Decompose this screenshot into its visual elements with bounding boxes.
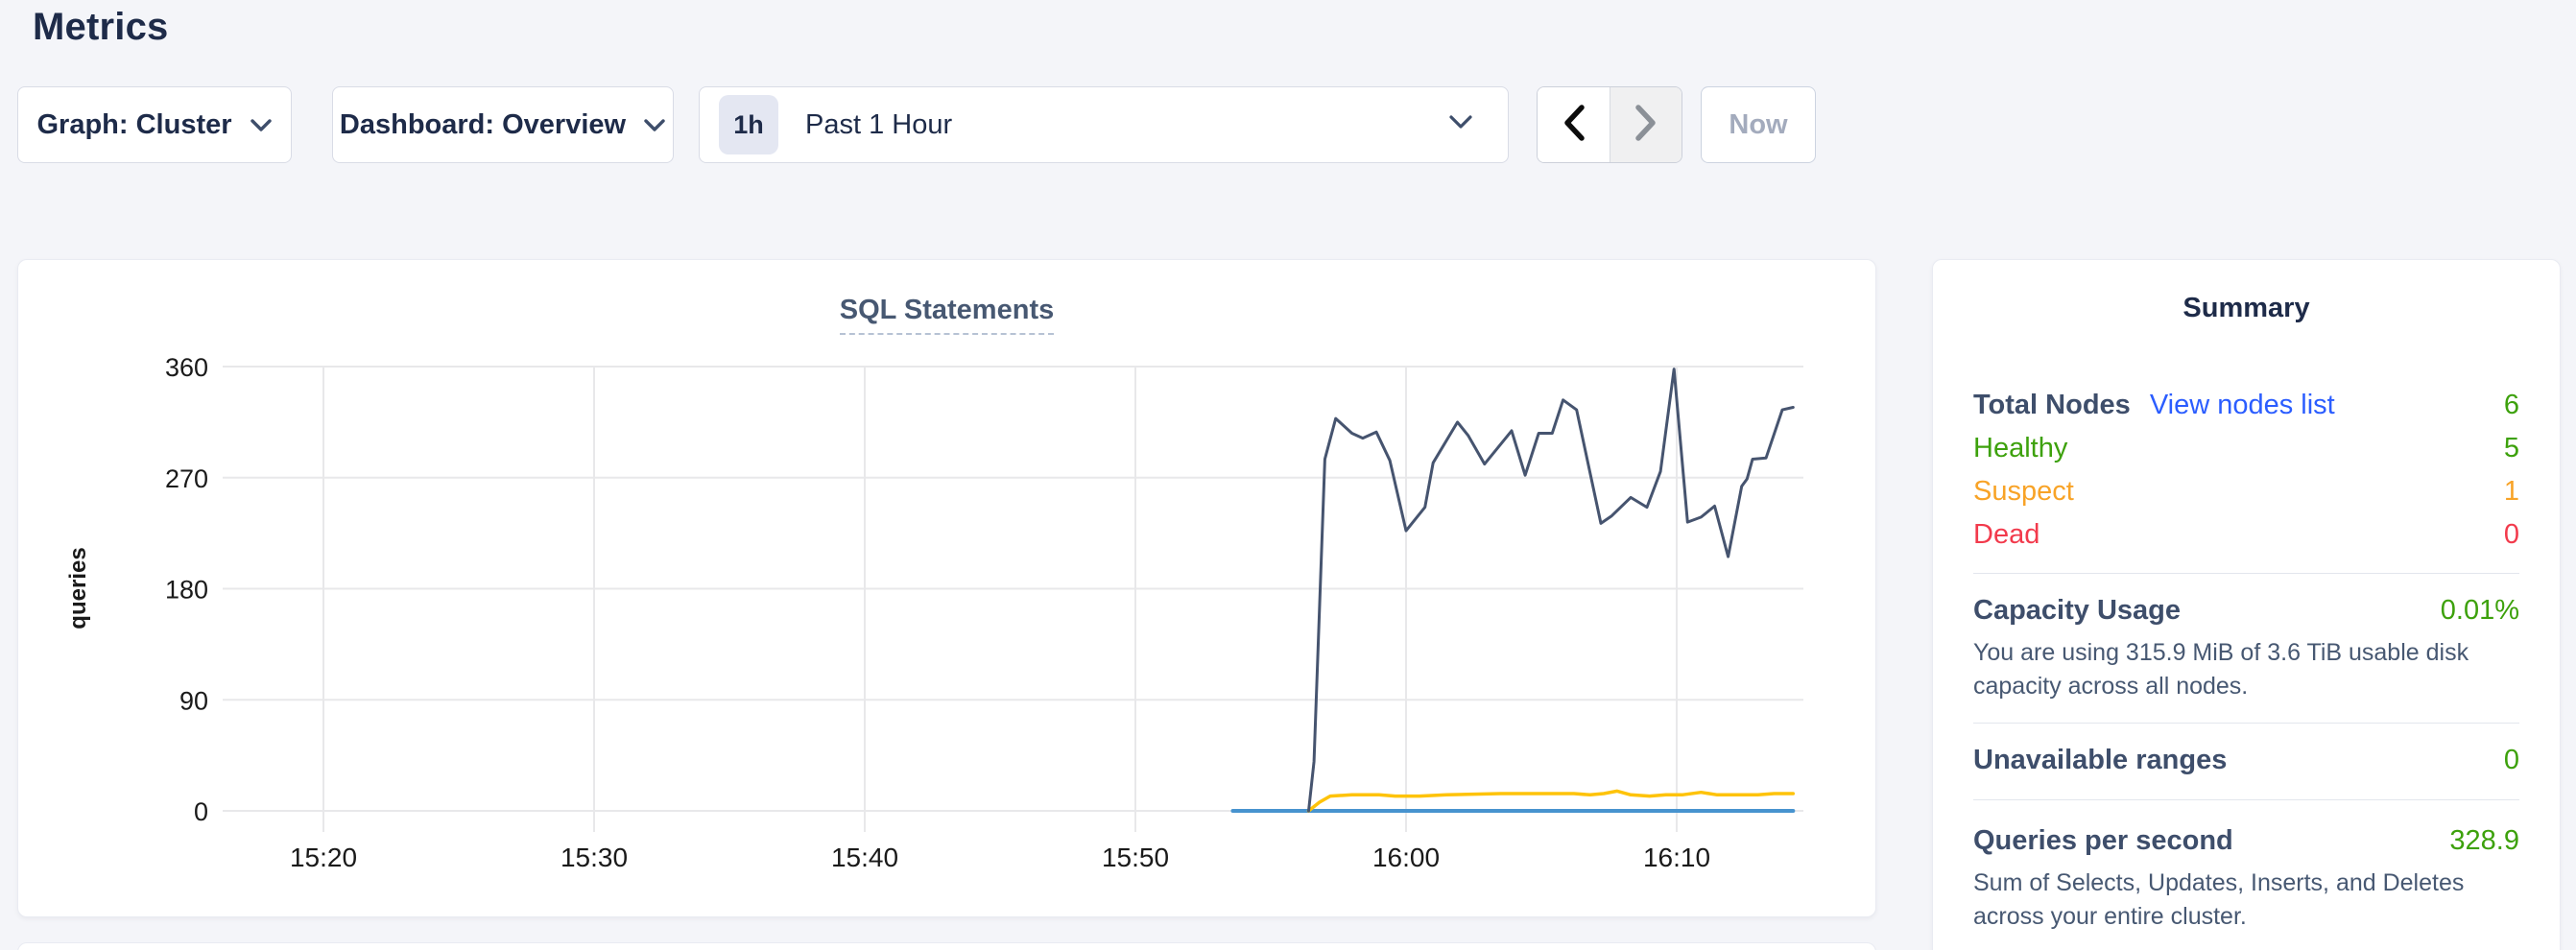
queries-per-second-desc: Sum of Selects, Updates, Inserts, and De… xyxy=(1973,867,2519,934)
unavailable-ranges-value: 0 xyxy=(2504,745,2519,776)
queries-per-second-value: 328.9 xyxy=(2449,825,2519,857)
queries-per-second-row: Queries per second 328.9 xyxy=(1973,819,2519,863)
healthy-nodes-row: Healthy 5 xyxy=(1973,427,2519,470)
view-nodes-list-link[interactable]: View nodes list xyxy=(2150,390,2335,421)
svg-text:15:20: 15:20 xyxy=(290,843,357,872)
page-title: Metrics xyxy=(33,6,168,49)
svg-text:16:00: 16:00 xyxy=(1372,843,1440,872)
next-chart-card-edge xyxy=(17,942,1876,950)
capacity-usage-desc: You are using 315.9 MiB of 3.6 TiB usabl… xyxy=(1973,636,2519,703)
dead-value: 0 xyxy=(2504,519,2519,551)
dashboard-dropdown[interactable]: Dashboard: Overview xyxy=(332,86,674,163)
svg-text:270: 270 xyxy=(165,464,208,493)
svg-text:180: 180 xyxy=(165,576,208,605)
time-pager xyxy=(1537,86,1682,163)
total-nodes-row: Total Nodes View nodes list 6 xyxy=(1973,384,2519,427)
next-time-button[interactable] xyxy=(1610,87,1682,162)
chevron-left-icon xyxy=(1562,104,1586,147)
capacity-usage-value: 0.01% xyxy=(2441,595,2519,627)
time-range-badge: 1h xyxy=(719,95,778,154)
svg-text:queries: queries xyxy=(65,547,91,629)
unavailable-ranges-row: Unavailable ranges 0 xyxy=(1973,739,2519,782)
chevron-down-icon xyxy=(643,109,666,141)
chevron-right-icon xyxy=(1634,104,1658,147)
healthy-value: 5 xyxy=(2504,433,2519,464)
graph-dropdown[interactable]: Graph: Cluster xyxy=(17,86,292,163)
summary-title: Summary xyxy=(1933,260,2560,324)
capacity-usage-label: Capacity Usage xyxy=(1973,595,2181,627)
now-button[interactable]: Now xyxy=(1701,86,1816,163)
svg-text:15:30: 15:30 xyxy=(561,843,628,872)
capacity-usage-row: Capacity Usage 0.01% xyxy=(1973,589,2519,632)
suspect-label: Suspect xyxy=(1973,476,2074,508)
time-range-label: Past 1 Hour xyxy=(805,109,952,141)
graph-dropdown-label: Graph: Cluster xyxy=(36,109,231,141)
chevron-down-icon xyxy=(250,109,273,141)
divider xyxy=(1973,573,2519,574)
summary-body: Total Nodes View nodes list 6 Healthy 5 … xyxy=(1933,384,2560,934)
divider xyxy=(1973,723,2519,724)
sql-statements-chart[interactable]: 0 90 180 270 360 15:20 15:30 15:40 15:50 16:00 16:… xyxy=(18,260,1877,918)
queries-per-second-label: Queries per second xyxy=(1973,825,2233,857)
svg-text:360: 360 xyxy=(165,353,208,382)
svg-text:15:50: 15:50 xyxy=(1102,843,1169,872)
svg-text:0: 0 xyxy=(194,797,208,826)
chevron-down-icon xyxy=(1448,114,1473,135)
metrics-page: Metrics Graph: Cluster Dashboard: Overvi… xyxy=(0,0,2576,950)
dead-label: Dead xyxy=(1973,519,2039,551)
suspect-nodes-row: Suspect 1 xyxy=(1973,470,2519,513)
toolbar: Graph: Cluster Dashboard: Overview 1h Pa… xyxy=(0,86,2576,163)
prev-time-button[interactable] xyxy=(1538,87,1610,162)
dead-nodes-row: Dead 0 xyxy=(1973,513,2519,557)
divider xyxy=(1973,799,2519,800)
svg-text:90: 90 xyxy=(179,686,208,715)
time-range-select[interactable]: 1h Past 1 Hour xyxy=(699,86,1509,163)
total-nodes-value: 6 xyxy=(2504,390,2519,421)
total-nodes-label: Total Nodes xyxy=(1973,390,2131,421)
summary-panel: Summary Total Nodes View nodes list 6 He… xyxy=(1932,259,2561,950)
sql-statements-card: SQL Statements 09018027036015:2015:3015:… xyxy=(17,259,1876,917)
svg-text:16:10: 16:10 xyxy=(1643,843,1710,872)
healthy-label: Healthy xyxy=(1973,433,2067,464)
dashboard-dropdown-label: Dashboard: Overview xyxy=(340,109,626,141)
suspect-value: 1 xyxy=(2504,476,2519,508)
svg-text:15:40: 15:40 xyxy=(831,843,898,872)
unavailable-ranges-label: Unavailable ranges xyxy=(1973,745,2227,776)
